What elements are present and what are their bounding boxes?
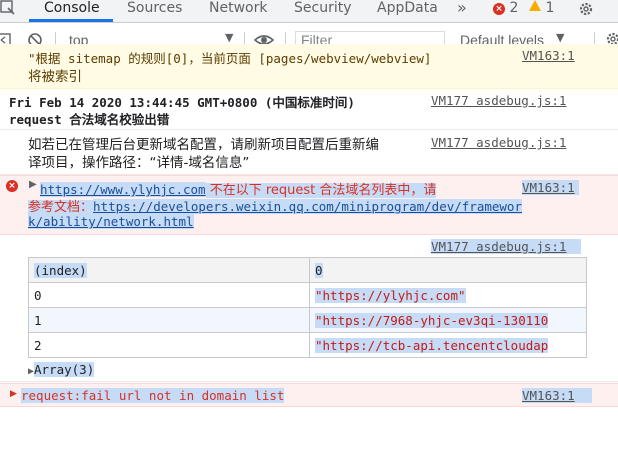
table-cell-index: 1 xyxy=(28,307,310,333)
active-tab-indicator xyxy=(29,19,113,22)
warning-count-badge[interactable]: 1 xyxy=(529,0,554,16)
expand-arrow-icon[interactable]: ▶ xyxy=(10,389,17,399)
warning-icon xyxy=(529,0,541,11)
message-divider xyxy=(0,381,618,382)
table-source-link[interactable]: VM177 asdebug.js:1 xyxy=(431,239,582,254)
expand-arrow-icon[interactable]: ▶ xyxy=(29,179,37,190)
fail-text: request:fail url not in domain list xyxy=(21,388,285,403)
inspect-element-icon[interactable] xyxy=(0,0,16,22)
levels-chevron-down-icon[interactable]: ▼ xyxy=(556,31,564,44)
error-doc-link-cont[interactable]: k/ability/network.html xyxy=(28,214,194,229)
warning-text-line1: "根据 sitemap 的规则[0]，当前页面 [pages/webview/w… xyxy=(28,51,432,66)
error-text-line2: 参考文档：https://developers.weixin.qq.com/mi… xyxy=(28,196,522,215)
table-row: 1 "https://7968-yhjc-ev3qi-130110 xyxy=(28,307,587,333)
warning-text-line2: 将被索引 xyxy=(28,69,82,85)
table-cell-value: "https://ylyhjc.com" xyxy=(309,282,587,308)
tab-security[interactable]: Security xyxy=(294,0,352,22)
error-message: × ▶ https://www.ylyhjc.com 不在以下 request … xyxy=(0,175,618,235)
table-header-index[interactable]: (index) xyxy=(28,257,310,283)
fail-message: ▶ request:fail url not in domain list VM… xyxy=(0,383,618,407)
info-text-line1: 如若已在管理后台更新域名配置，请刷新项目配置后重新编 xyxy=(28,137,379,153)
array-preview[interactable]: ▶Array(3) xyxy=(28,362,95,377)
error-doc-link[interactable]: https://developers.weixin.qq.com/minipro… xyxy=(93,199,522,214)
console-table: (index) 0 0 "https://ylyhjc.com" 1 "http… xyxy=(28,257,587,358)
info-text-line2: 译项目，操作路径：“详情-域名信息” xyxy=(28,155,250,171)
log-group-message: Fri Feb 14 2020 13:44:45 GMT+0800 (中国标准时… xyxy=(0,90,618,130)
log-source-link[interactable]: VM177 asdebug.js:1 xyxy=(431,93,566,108)
table-cell-value: "https://7968-yhjc-ev3qi-130110 xyxy=(309,307,587,333)
warning-source-link[interactable]: VM163:1 xyxy=(522,48,575,63)
fail-source-link[interactable]: VM163:1 xyxy=(522,388,592,403)
devtools-tabbar: Console Sources Network Security AppData… xyxy=(0,0,618,23)
table-row: 0 "https://ylyhjc.com" xyxy=(28,282,587,308)
tab-appdata[interactable]: AppData xyxy=(377,0,438,22)
error-source-link[interactable]: VM163:1 xyxy=(522,180,579,195)
info-source-link[interactable]: VM177 asdebug.js:1 xyxy=(431,135,566,150)
warning-message: "根据 sitemap 的规则[0]，当前页面 [pages/webview/w… xyxy=(0,44,618,89)
error-count-badge[interactable]: × 2 xyxy=(493,0,518,16)
info-message: 如若已在管理后台更新域名配置，请刷新项目配置后重新编 VM177 asdebug… xyxy=(0,130,618,175)
error-icon: × xyxy=(6,180,18,192)
error-icon: × xyxy=(493,3,505,15)
error-doc-prefix: 参考文档： xyxy=(28,200,94,215)
tab-sources[interactable]: Sources xyxy=(127,0,182,22)
error-url-link[interactable]: https://www.ylyhjc.com xyxy=(40,182,206,197)
settings-gear-icon[interactable] xyxy=(578,1,594,23)
tab-network[interactable]: Network xyxy=(209,0,267,22)
table-cell-value: "https://tcb-api.tencentcloudap xyxy=(309,332,587,358)
table-cell-index: 0 xyxy=(28,282,310,308)
log-group-title: request 合法域名校验出错 xyxy=(9,112,170,127)
context-dropdown-icon[interactable]: ▼ xyxy=(225,31,233,44)
more-tabs-button[interactable]: » xyxy=(457,0,467,22)
table-header-value[interactable]: 0 xyxy=(309,257,587,283)
table-row: 2 "https://tcb-api.tencentcloudap xyxy=(28,332,587,358)
table-cell-index: 2 xyxy=(28,332,310,358)
